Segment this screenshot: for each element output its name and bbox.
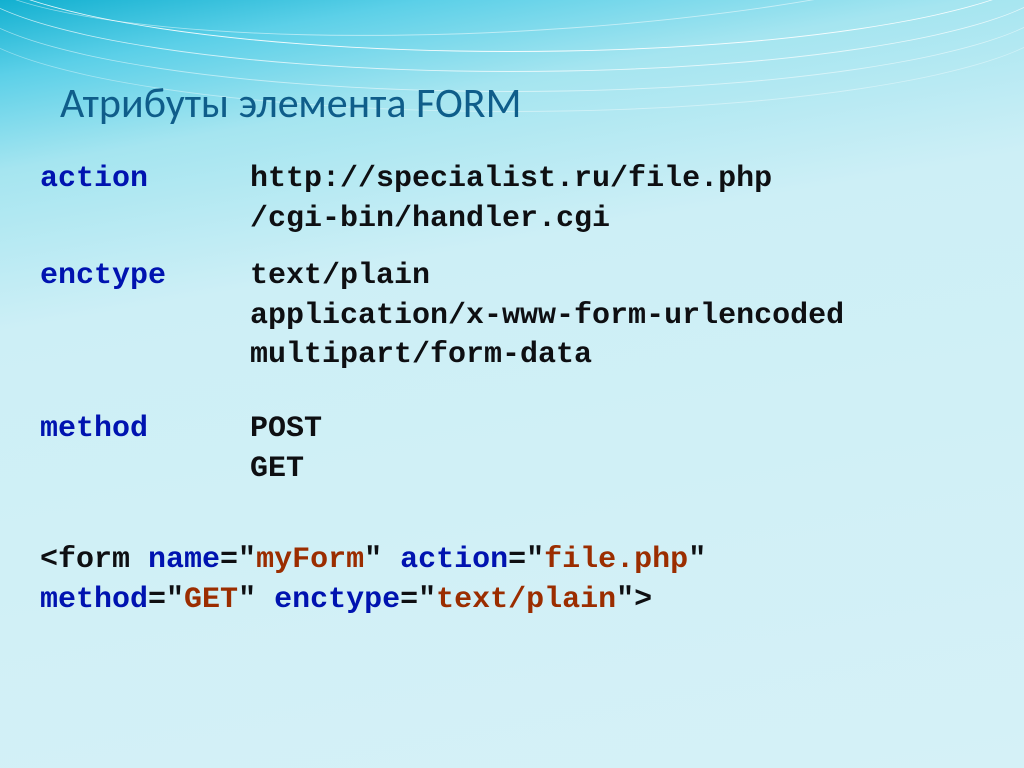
attr-values: http://specialist.ru/file.php /cgi-bin/h… [250,160,772,239]
spacer [40,239,980,257]
attr-values: POST GET [250,410,322,489]
spacer [40,376,980,410]
code-token: =" [508,543,544,577]
attr-name: action [40,160,250,239]
attr-row-action: action http://specialist.ru/file.php /cg… [40,160,980,239]
code-token: GET [184,583,238,617]
code-token: " [364,543,400,577]
code-token: name [148,543,220,577]
slide-title: Атрибуты элемента FORM [60,78,522,129]
attr-row-enctype: enctype text/plain application/x-www-for… [40,257,980,376]
code-token: <form [40,543,148,577]
code-token: " [238,583,274,617]
spacer [40,489,980,541]
code-token: action [400,543,508,577]
slide-body: action http://specialist.ru/file.php /cg… [40,160,980,620]
code-token: " [688,543,706,577]
code-token: method [40,583,148,617]
code-token: text/plain [436,583,616,617]
attr-name: enctype [40,257,250,376]
attr-values: text/plain application/x-www-form-urlenc… [250,257,844,376]
code-token: "> [616,583,652,617]
attr-row-method: method POST GET [40,410,980,489]
code-token: =" [148,583,184,617]
attr-name: method [40,410,250,489]
slide: Атрибуты элемента FORM action http://spe… [0,0,1024,768]
code-example-line: <form name="myForm" action="file.php" [40,541,980,581]
code-token: myForm [256,543,364,577]
code-token: file.php [544,543,688,577]
code-token: =" [220,543,256,577]
code-example-line: method="GET" enctype="text/plain"> [40,581,980,621]
code-token: =" [400,583,436,617]
code-token: enctype [274,583,400,617]
